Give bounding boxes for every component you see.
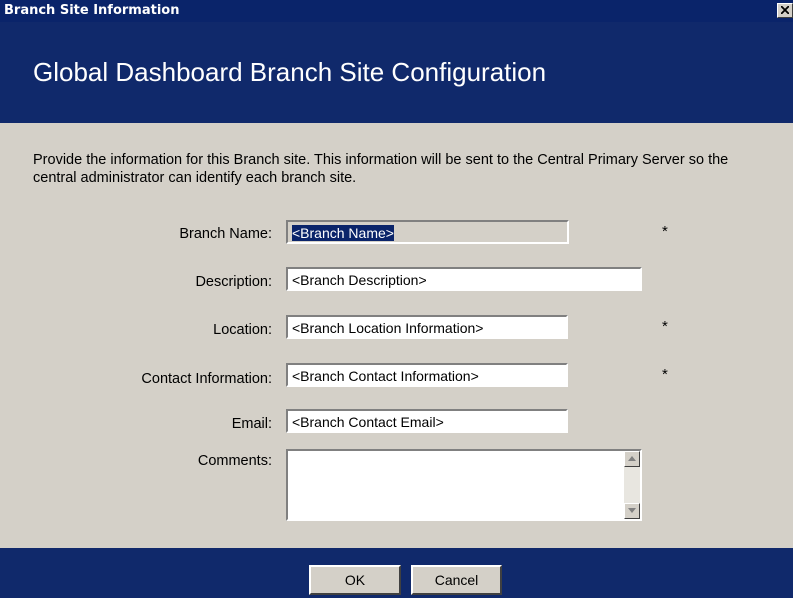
required-marker: * <box>662 223 668 240</box>
scroll-down-button[interactable] <box>624 503 640 519</box>
description-label: Description: <box>195 274 272 290</box>
branch-name-value: <Branch Name> <box>292 225 394 241</box>
title-bar[interactable]: Branch Site Information <box>0 0 793 22</box>
required-marker: * <box>662 366 668 383</box>
email-label: Email: <box>231 416 272 432</box>
scroll-up-button[interactable] <box>624 451 640 467</box>
contact-label: Contact Information: <box>141 371 272 387</box>
comments-scrollbar[interactable] <box>624 451 640 519</box>
branch-site-dialog: Branch Site Information Global Dashboard… <box>0 0 793 598</box>
arrow-down-icon <box>628 508 636 513</box>
location-label: Location: <box>213 322 272 338</box>
contact-field[interactable]: <Branch Contact Information> <box>286 363 568 387</box>
branch-name-field[interactable]: <Branch Name> <box>286 220 569 244</box>
page-title: Global Dashboard Branch Site Configurati… <box>33 57 547 87</box>
branch-name-label: Branch Name: <box>179 226 272 242</box>
location-value: <Branch Location Information> <box>292 320 484 336</box>
contact-value: <Branch Contact Information> <box>292 368 479 384</box>
header-band: Global Dashboard Branch Site Configurati… <box>0 22 793 123</box>
close-icon <box>781 6 789 14</box>
intro-text: Provide the information for this Branch … <box>33 152 729 186</box>
cancel-button[interactable]: Cancel <box>411 565 502 595</box>
comments-textarea[interactable] <box>286 449 642 521</box>
comments-label: Comments: <box>197 453 272 469</box>
window-title: Branch Site Information <box>4 3 180 18</box>
description-value: <Branch Description> <box>292 272 427 288</box>
description-field[interactable]: <Branch Description> <box>286 267 642 291</box>
email-value: <Branch Contact Email> <box>292 414 444 430</box>
arrow-up-icon <box>628 456 636 461</box>
location-field[interactable]: <Branch Location Information> <box>286 315 568 339</box>
email-field[interactable]: <Branch Contact Email> <box>286 409 568 433</box>
required-marker: * <box>662 318 668 335</box>
footer-band: OK Cancel <box>0 548 793 598</box>
close-button[interactable] <box>777 3 793 18</box>
ok-button[interactable]: OK <box>309 565 401 595</box>
